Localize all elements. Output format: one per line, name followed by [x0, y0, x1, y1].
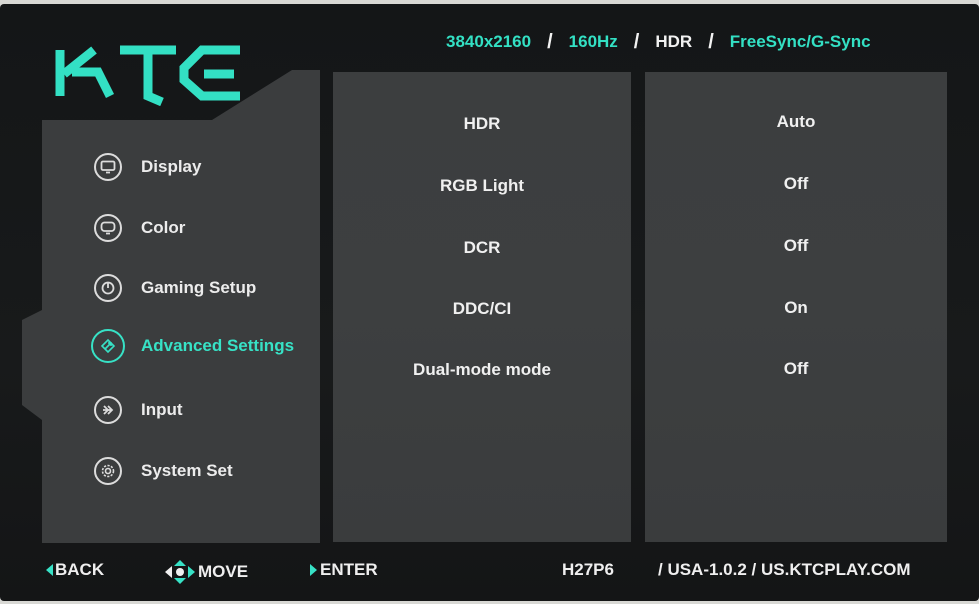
setting-label-dcr[interactable]: DCR — [333, 238, 631, 258]
footer-bar: BACK MOVE ENTER H27P6 / USA-1.0.2 / US.K… — [0, 552, 979, 592]
system-gear-icon — [94, 457, 122, 485]
joystick-move-icon — [165, 560, 195, 584]
nav-item-label: Input — [141, 400, 183, 419]
nav-item-label: Gaming Setup — [141, 278, 257, 297]
setting-value-dcr[interactable]: Off — [645, 236, 947, 256]
nav-item-label: Display — [141, 157, 202, 176]
back-hint: BACK — [46, 560, 104, 580]
setting-value-dual-mode[interactable]: Off — [645, 359, 947, 379]
settings-value-panel: Auto Off Off On Off — [645, 72, 947, 542]
spec-separator: / — [633, 30, 640, 53]
spec-resolution: 3840x2160 — [446, 32, 532, 51]
move-hint: MOVE — [165, 560, 248, 584]
setting-label-rgb-light[interactable]: RGB Light — [333, 176, 631, 196]
monitor-icon — [94, 153, 122, 181]
osd-screen: 3840x2160 / 160Hz / HDR / FreeSync/G-Syn… — [0, 4, 979, 601]
spec-separator: / — [708, 30, 714, 53]
model-number: H27P6 — [562, 560, 614, 579]
setting-value-rgb-light[interactable]: Off — [645, 174, 947, 194]
advanced-settings-icon — [91, 329, 125, 363]
setting-value-hdr[interactable]: Auto — [645, 112, 947, 132]
setting-label-ddc-ci[interactable]: DDC/CI — [333, 299, 631, 319]
nav-item-display[interactable]: Display — [94, 150, 324, 184]
gaming-icon — [94, 274, 122, 302]
spec-refresh-rate: 160Hz — [568, 32, 618, 51]
spec-sync: FreeSync/G-Sync — [729, 32, 871, 51]
nav-item-gaming-setup[interactable]: Gaming Setup — [94, 271, 324, 305]
nav-item-color[interactable]: Color — [94, 211, 324, 245]
firmware-info: / USA-1.0.2 / US.KTCPLAY.COM — [658, 560, 911, 579]
spec-bar: 3840x2160 / 160Hz / HDR / FreeSync/G-Syn… — [446, 30, 871, 54]
settings-label-panel: HDR RGB Light DCR DDC/CI Dual-mode mode — [333, 72, 631, 542]
setting-value-ddc-ci[interactable]: On — [645, 298, 947, 318]
back-label: BACK — [55, 560, 105, 579]
input-icon — [94, 396, 122, 424]
nav-panel: Display Color Gaming Setup Advanced Sett… — [22, 70, 320, 543]
move-label: MOVE — [198, 562, 249, 581]
setting-label-hdr[interactable]: HDR — [333, 114, 631, 134]
enter-hint: ENTER — [310, 560, 378, 580]
spec-hdr: HDR — [655, 32, 693, 51]
arrow-right-icon — [310, 564, 317, 576]
nav-item-input[interactable]: Input — [94, 393, 324, 427]
nav-item-advanced-settings[interactable]: Advanced Settings — [91, 329, 324, 363]
nav-item-label: System Set — [141, 461, 233, 480]
arrow-left-icon — [46, 564, 53, 576]
nav-item-label: Color — [141, 218, 186, 237]
enter-label: ENTER — [320, 560, 378, 579]
setting-label-dual-mode[interactable]: Dual-mode mode — [333, 360, 631, 380]
spec-separator: / — [547, 30, 553, 53]
nav-item-system-set[interactable]: System Set — [94, 454, 324, 488]
color-icon — [94, 214, 122, 242]
nav-item-label: Advanced Settings — [141, 336, 295, 355]
